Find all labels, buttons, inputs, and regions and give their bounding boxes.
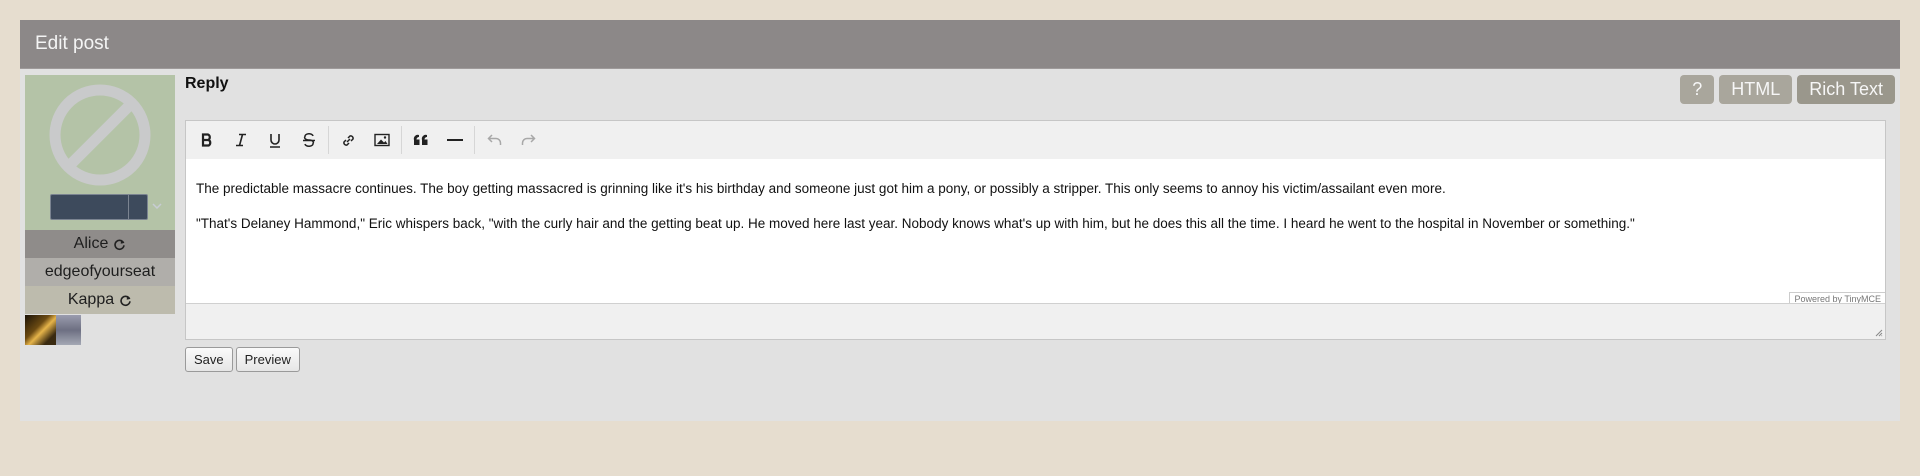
character-select[interactable] [50, 194, 162, 220]
editor-paragraph: The predictable massacre continues. The … [196, 181, 1446, 196]
profile-name-alice[interactable]: Alice [25, 230, 175, 258]
edit-post-panel: Edit post Alice edgeofyourseat Kappa Rep… [20, 20, 1900, 421]
save-button[interactable]: Save [185, 347, 233, 372]
italic-icon[interactable] [224, 125, 258, 155]
redo-icon[interactable] [511, 125, 545, 155]
thumbnail-image[interactable] [56, 315, 81, 345]
profile-name-account: edgeofyourseat [25, 258, 175, 286]
editor-mode-buttons: ? HTML Rich Text [1680, 75, 1895, 104]
profile-name-label: Alice [73, 235, 109, 252]
thumbnail-image[interactable] [25, 315, 56, 345]
preview-button[interactable]: Preview [235, 347, 300, 372]
editor-paragraph: "That's Delaney Hammond," Eric whispers … [196, 216, 1635, 231]
profile-name-label: edgeofyourseat [44, 263, 156, 280]
image-icon[interactable] [365, 125, 399, 155]
reply-label: Reply [185, 75, 229, 92]
no-avatar-icon [49, 84, 151, 186]
editor-toolbar [186, 121, 1885, 160]
refresh-icon[interactable] [113, 238, 126, 251]
toolbar-divider [474, 126, 475, 154]
undo-icon[interactable] [477, 125, 511, 155]
toolbar-divider [401, 126, 402, 154]
chevron-down-icon [128, 195, 162, 219]
help-button[interactable]: ? [1680, 75, 1715, 104]
toolbar-divider [328, 126, 329, 154]
horizontal-rule-icon[interactable] [438, 125, 472, 155]
editor-statusbar [186, 303, 1885, 339]
profile-name-kappa[interactable]: Kappa [25, 286, 175, 314]
bold-icon[interactable] [190, 125, 224, 155]
blockquote-icon[interactable] [404, 125, 438, 155]
rich-text-mode-button[interactable]: Rich Text [1797, 75, 1895, 104]
link-icon[interactable] [331, 125, 365, 155]
refresh-icon[interactable] [119, 294, 132, 307]
html-mode-button[interactable]: HTML [1719, 75, 1793, 104]
rich-text-editor: The predictable massacre continues. The … [185, 120, 1886, 340]
panel-title: Edit post [20, 20, 1900, 69]
editor-content-area[interactable]: The predictable massacre continues. The … [186, 159, 1885, 305]
underline-icon[interactable] [258, 125, 292, 155]
strikethrough-icon[interactable] [292, 125, 326, 155]
form-buttons: Save Preview [185, 347, 300, 372]
profile-name-label: Kappa [67, 291, 115, 308]
avatar [25, 75, 175, 230]
icon-thumbnails [25, 315, 175, 345]
resize-handle-icon[interactable] [1875, 329, 1883, 337]
profile-column: Alice edgeofyourseat Kappa [25, 75, 175, 345]
